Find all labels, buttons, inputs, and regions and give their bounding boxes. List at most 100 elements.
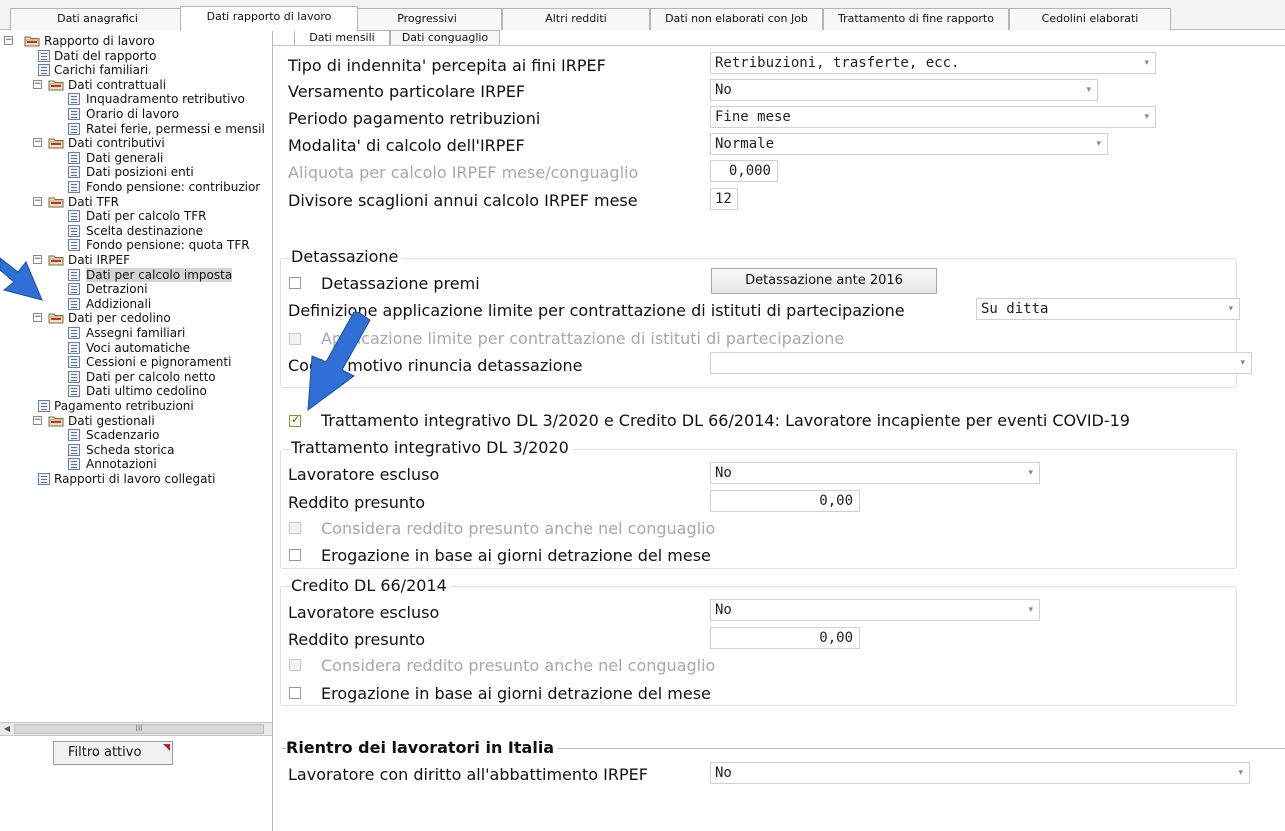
modalita-calcolo-select[interactable]: Normale ▾ — [710, 133, 1108, 155]
trattamento-considera-checkbox[interactable] — [289, 522, 301, 534]
covid-incapiente-checkbox[interactable] — [289, 413, 301, 427]
divisore-scaglioni-input[interactable]: 12 — [710, 188, 738, 210]
tree-item[interactable]: Voci automatiche — [0, 341, 272, 355]
tree-item[interactable]: Pagamento retribuzioni — [0, 399, 272, 413]
modalita-calcolo-value: Normale — [715, 136, 775, 152]
document-icon — [68, 122, 80, 135]
tab-trattamento-fine-rapporto[interactable]: Trattamento di fine rapporto — [823, 8, 1009, 30]
tree-item[interactable]: Carichi familiari — [0, 63, 272, 77]
document-icon — [68, 166, 80, 179]
tree-item[interactable]: Ratei ferie, permessi e mensil — [0, 122, 272, 136]
tab-dati-non-elaborati[interactable]: Dati non elaborati con Job — [650, 8, 823, 30]
tab-cedolini-elaborati[interactable]: Cedolini elaborati — [1009, 8, 1171, 30]
tree-horizontal-scrollbar[interactable]: ◀ III — [0, 722, 272, 736]
credito-escluso-label: Lavoratore escluso — [288, 603, 440, 622]
credito-considera-checkbox[interactable] — [289, 659, 301, 671]
tab-dati-conguaglio[interactable]: Dati conguaglio — [390, 30, 500, 46]
tree-item-label: Cessioni e pignoramenti — [86, 355, 232, 370]
scrollbar-thumb[interactable]: III — [14, 724, 264, 734]
document-icon — [68, 429, 80, 442]
tree-item[interactable]: Dati per calcolo TFR — [0, 209, 272, 223]
tree-item[interactable]: − Dati contrattuali — [0, 78, 272, 92]
scrollbar-grip: III — [135, 724, 143, 733]
motivo-rinuncia-select[interactable]: ▾ — [710, 352, 1252, 374]
tree-item[interactable]: Dati del rapporto — [0, 49, 272, 63]
collapse-icon[interactable]: − — [4, 36, 13, 45]
tree-item[interactable]: Scadenzario — [0, 428, 272, 442]
collapse-icon[interactable]: − — [33, 79, 42, 89]
collapse-icon[interactable]: − — [33, 313, 42, 323]
tree-item[interactable]: Orario di lavoro — [0, 107, 272, 121]
tree-item-label: Fondo pensione: quota TFR — [86, 238, 250, 253]
document-icon — [68, 458, 80, 471]
collapse-icon[interactable]: − — [33, 415, 42, 425]
folder-icon — [48, 313, 64, 324]
tree-item-label: Carichi familiari — [54, 63, 149, 78]
application-window: Dati anagrafici Dati rapporto di lavoro … — [0, 0, 1285, 831]
document-icon — [68, 341, 80, 354]
tree-item[interactable]: − Dati TFR — [0, 195, 272, 209]
credito-reddito-input[interactable]: 0,00 — [710, 627, 860, 649]
tree-item[interactable]: Fondo pensione: contribuzior — [0, 180, 272, 194]
rientro-title: Rientro dei lavoratori in Italia — [286, 738, 559, 758]
scroll-left-arrow-icon[interactable]: ◀ — [0, 723, 14, 735]
tree-item[interactable]: − Dati contributivi — [0, 136, 272, 150]
trattamento-escluso-select[interactable]: No ▾ — [710, 462, 1040, 484]
tree-item[interactable]: Dati per calcolo netto — [0, 370, 272, 384]
main-tab-bar: Dati anagrafici Dati rapporto di lavoro … — [0, 0, 1285, 31]
filter-marker-icon — [163, 744, 170, 751]
tree-item[interactable]: Scheda storica — [0, 443, 272, 457]
tree-item[interactable]: Dati generali — [0, 151, 272, 165]
panel-divider[interactable] — [272, 30, 273, 831]
dropdown-icon: ▾ — [1144, 112, 1149, 122]
tree-item[interactable]: Inquadramento retributivo — [0, 92, 272, 106]
tree-item[interactable]: Rapporti di lavoro collegati — [0, 472, 272, 486]
tree-item-label: Dati IRPEF — [68, 253, 131, 267]
detassazione-title: Detassazione — [291, 247, 403, 267]
tree-item-label: Dati posizioni enti — [86, 165, 194, 180]
dropdown-icon: ▾ — [1086, 85, 1091, 95]
trattamento-reddito-input[interactable]: 0,00 — [710, 490, 860, 512]
tree-item-label: Dati contributivi — [68, 136, 165, 151]
tree-item[interactable]: Dati posizioni enti — [0, 165, 272, 179]
abbattimento-irpef-select[interactable]: No ▾ — [710, 762, 1250, 784]
tree-item[interactable]: − Dati per cedolino — [0, 311, 272, 325]
detassazione-ante-2016-button[interactable]: Detassazione ante 2016 — [711, 268, 937, 294]
periodo-pagamento-select[interactable]: Fine mese ▾ — [710, 106, 1156, 128]
tree-item[interactable]: Scelta destinazione — [0, 224, 272, 238]
tree-item[interactable]: Cessioni e pignoramenti — [0, 355, 272, 369]
aliquota-input[interactable]: 0,000 — [710, 160, 778, 182]
collapse-icon[interactable]: − — [33, 138, 42, 148]
tree-item-label: Inquadramento retributivo — [86, 92, 245, 107]
credito-dl66-title: Credito DL 66/2014 — [291, 576, 451, 596]
collapse-icon[interactable]: − — [33, 196, 42, 206]
trattamento-considera-label: Considera reddito presunto anche nel con… — [321, 519, 716, 538]
document-icon — [68, 268, 80, 281]
tab-altri-redditi[interactable]: Altri redditi — [502, 8, 650, 30]
tree-item[interactable]: − Rapporto di lavoro — [0, 34, 272, 48]
tab-progressivi[interactable]: Progressivi — [352, 8, 502, 30]
detassazione-premi-checkbox[interactable] — [289, 277, 301, 289]
tree-item[interactable]: Assegni familiari — [0, 326, 272, 340]
dropdown-icon: ▾ — [1028, 605, 1033, 615]
folder-icon — [48, 255, 64, 266]
dropdown-icon: ▾ — [1028, 468, 1033, 478]
document-icon — [68, 385, 80, 398]
tree-item[interactable]: Annotazioni — [0, 457, 272, 471]
credito-escluso-select[interactable]: No ▾ — [710, 599, 1040, 621]
tree-item[interactable]: Dati ultimo cedolino — [0, 384, 272, 398]
tab-dati-rapporto-di-lavoro[interactable]: Dati rapporto di lavoro — [180, 6, 358, 31]
trattamento-erogazione-checkbox[interactable] — [289, 549, 301, 561]
tab-dati-anagrafici[interactable]: Dati anagrafici — [10, 8, 185, 30]
tree-item-label: Dati contrattuali — [68, 77, 167, 92]
tipo-indennita-select[interactable]: Retribuzioni, trasferte, ecc. ▾ — [710, 52, 1156, 74]
tree-item[interactable]: − Dati gestionali — [0, 414, 272, 428]
tab-dati-mensili[interactable]: Dati mensili — [294, 30, 390, 46]
definizione-limite-select[interactable]: Su ditta ▾ — [976, 298, 1240, 320]
filter-active-button[interactable]: Filtro attivo — [53, 741, 173, 765]
dropdown-icon: ▾ — [1096, 139, 1101, 149]
trattamento-escluso-label: Lavoratore escluso — [288, 465, 440, 484]
document-icon — [38, 400, 50, 412]
versamento-particolare-select[interactable]: No ▾ — [710, 79, 1098, 101]
credito-erogazione-checkbox[interactable] — [289, 687, 301, 699]
